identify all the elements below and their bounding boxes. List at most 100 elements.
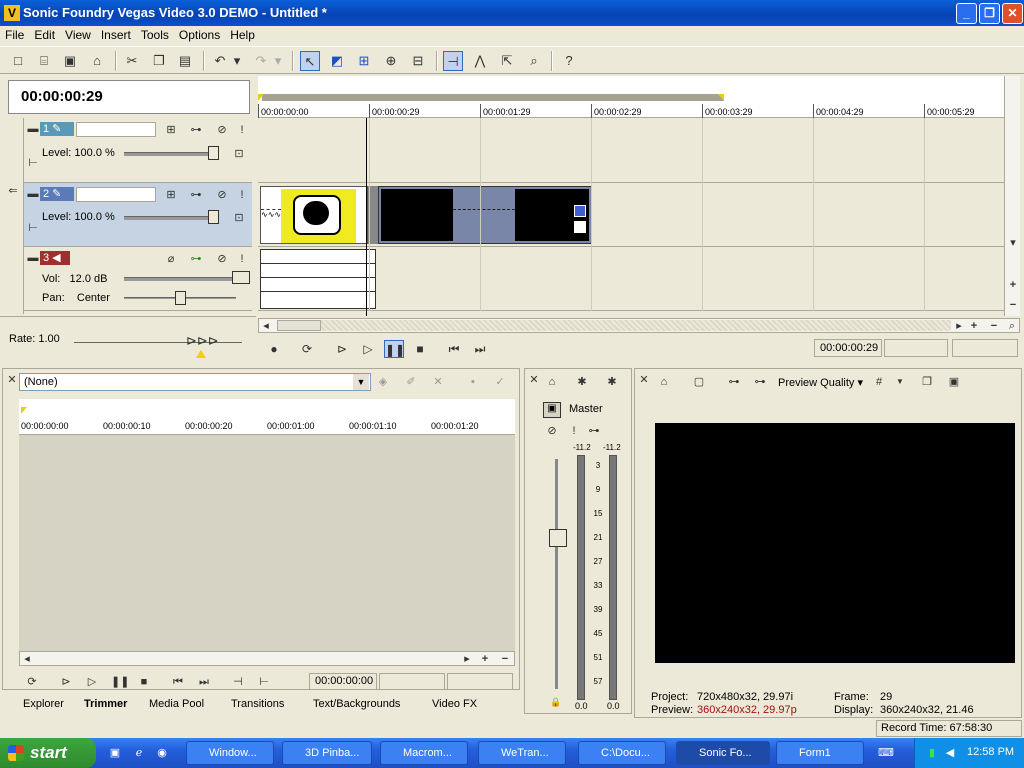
stop-icon[interactable]: ■ (410, 340, 430, 358)
track-header-3[interactable]: ▬ 3 ◀ ⌀ ⊶ ⊘ ! Vol: 12.0 dB Pan: Center (24, 247, 252, 311)
close-button[interactable]: ✕ (1002, 3, 1023, 24)
set-out-point-icon[interactable]: ⊢ (257, 675, 271, 689)
pan-slider-thumb[interactable] (175, 291, 186, 305)
show-desktop-icon[interactable]: ▣ (108, 746, 122, 760)
preview-quality-dropdown[interactable]: Preview Quality ▾ (778, 376, 863, 389)
scroll-left-icon[interactable]: ◂ (259, 319, 273, 333)
redo-dropdown-icon[interactable]: ▾ (273, 51, 283, 71)
mute-icon[interactable]: ⊘ (215, 252, 229, 266)
new-icon[interactable]: □ (8, 51, 28, 71)
master-bus-icon[interactable]: ▣ (543, 402, 561, 418)
save-snapshot-icon[interactable]: ▣ (947, 375, 961, 389)
video-event-2[interactable] (378, 186, 592, 244)
close-panel-icon[interactable]: ✕ (637, 373, 651, 387)
split-screen-icon[interactable]: ⊶ (753, 375, 767, 389)
taskbar-button[interactable]: WeTran... (478, 741, 566, 765)
zoom-out-icon[interactable]: − (1006, 298, 1020, 312)
taskbar-button[interactable]: Macrom... (380, 741, 468, 765)
volume-icon[interactable]: ◀ (943, 746, 957, 760)
minimize-button[interactable]: _ (956, 3, 977, 24)
track-header-1[interactable]: ▬ 1 ✎ ⊞ ⊶ ⊘ ! Level: 100.0 % ⊡ ⊢ (24, 118, 252, 183)
track-motion-icon[interactable]: ⊶ (189, 188, 203, 202)
auto-crossfade-icon[interactable]: ⊣ (443, 51, 463, 71)
horizontal-zoom-in-icon[interactable]: + (967, 319, 981, 333)
loop-region-bar[interactable] (262, 94, 724, 101)
pause-icon[interactable]: ❚❚ (111, 675, 129, 689)
insert-bus-icon[interactable]: ✱ (575, 375, 589, 389)
delete-icon[interactable]: ✕ (431, 375, 445, 389)
menu-view[interactable]: View (60, 26, 96, 42)
restore-button[interactable]: ❐ (979, 3, 1000, 24)
track-minimize-icon[interactable]: ▬ (26, 122, 40, 136)
video-event-1[interactable]: ∿∿∿ (260, 186, 368, 244)
overlays-icon[interactable]: # (872, 375, 886, 389)
zoom-in-icon[interactable]: + (1006, 278, 1020, 292)
set-in-point-icon[interactable]: ⊣ (231, 675, 245, 689)
trimmer-waveform-area[interactable] (19, 435, 515, 651)
copy-snapshot-icon[interactable]: ❐ (920, 375, 934, 389)
help-icon[interactable]: ? (559, 51, 579, 71)
compositing-mode-icon[interactable]: ⊡ (232, 147, 246, 161)
video-preview-screen[interactable] (655, 423, 1015, 663)
normal-edit-tool-icon[interactable]: ↖ (300, 51, 320, 71)
network-icon[interactable]: ▮ (925, 746, 939, 760)
selection-tool-icon[interactable]: ⊞ (354, 51, 374, 71)
loop-playback-icon[interactable]: ⟳ (297, 340, 317, 358)
mute-icon[interactable]: ⊘ (545, 424, 559, 438)
undo-icon[interactable]: ↶ (210, 51, 230, 71)
timeline-vertical-scrollbar[interactable]: ▾ + − (1004, 76, 1020, 316)
taskbar-button-active[interactable]: Sonic Fo... (676, 741, 770, 765)
track-expand-icon[interactable]: ⊢ (26, 221, 40, 235)
volume-slider-thumb[interactable] (232, 271, 250, 284)
audio-event[interactable] (260, 249, 376, 309)
solo-icon[interactable]: ! (235, 252, 249, 266)
menu-file[interactable]: File (0, 26, 29, 42)
track-minimize-icon[interactable]: ▬ (26, 187, 40, 201)
track-name-field[interactable] (76, 122, 156, 137)
tab-transitions[interactable]: Transitions (231, 698, 284, 710)
zoom-out-icon[interactable]: − (498, 652, 512, 666)
lock-icon[interactable]: 🔒 (549, 695, 563, 709)
track-minimize-icon[interactable]: ▬ (26, 251, 40, 265)
trimmer-scrollbar[interactable]: ◂ ▸ + − (19, 651, 515, 666)
go-to-start-icon[interactable]: ⏮ (444, 340, 464, 358)
track-fx-icon[interactable]: ⊞ (164, 188, 178, 202)
snapping-icon[interactable]: ⊟ (408, 51, 428, 71)
taskbar-button[interactable]: Form1 (776, 741, 864, 765)
taskbar-button[interactable]: C:\Docu... (578, 741, 666, 765)
event-fx-icon[interactable] (574, 221, 586, 233)
mute-icon[interactable]: ⊘ (215, 188, 229, 202)
save-icon[interactable]: ▣ (60, 51, 80, 71)
level-slider-track[interactable] (124, 216, 219, 220)
solo-icon[interactable]: ! (235, 188, 249, 202)
track-name-field[interactable] (76, 187, 156, 202)
trimmer-ruler[interactable]: 00:00:00:00 00:00:00:10 00:00:00:20 00:0… (19, 399, 515, 435)
trimmer-marker[interactable] (21, 407, 27, 414)
track-fx-icon[interactable]: ⊞ (164, 123, 178, 137)
scroll-down-icon[interactable]: ▾ (1006, 236, 1020, 250)
paste-icon[interactable]: ▤ (175, 51, 195, 71)
insert-fx-icon[interactable]: ✱ (605, 375, 619, 389)
keyboard-icon[interactable]: ⌨ (878, 746, 894, 760)
solo-icon[interactable]: ! (567, 424, 581, 438)
stop-icon[interactable]: ■ (137, 675, 151, 689)
track-expand-icon[interactable]: ⊢ (26, 156, 40, 170)
loop-playback-icon[interactable]: ⟳ (25, 675, 39, 689)
event-pan-crop-icon[interactable] (574, 205, 586, 217)
envelope-tool-icon[interactable]: ◩ (327, 51, 347, 71)
close-panel-icon[interactable]: ✕ (527, 373, 541, 387)
tab-explorer[interactable]: Explorer (23, 698, 64, 710)
chevron-down-icon[interactable]: ▼ (353, 374, 369, 390)
menu-help[interactable]: Help (225, 26, 260, 42)
check-icon[interactable]: ✓ (493, 375, 507, 389)
mute-icon[interactable]: ⊘ (215, 123, 229, 137)
go-to-end-icon[interactable]: ⏭ (470, 340, 490, 358)
ripple-edit-icon[interactable]: ⋀ (470, 51, 490, 71)
brush-icon[interactable]: ✐ (404, 375, 418, 389)
invert-phase-icon[interactable]: ⌀ (164, 252, 178, 266)
loop-start-marker[interactable] (258, 94, 264, 101)
horizontal-zoom-out-icon[interactable]: − (987, 319, 1001, 333)
internet-explorer-icon[interactable]: ℯ (132, 746, 146, 760)
close-panel-icon[interactable]: ✕ (5, 373, 19, 387)
menu-tools[interactable]: Tools (136, 26, 174, 42)
